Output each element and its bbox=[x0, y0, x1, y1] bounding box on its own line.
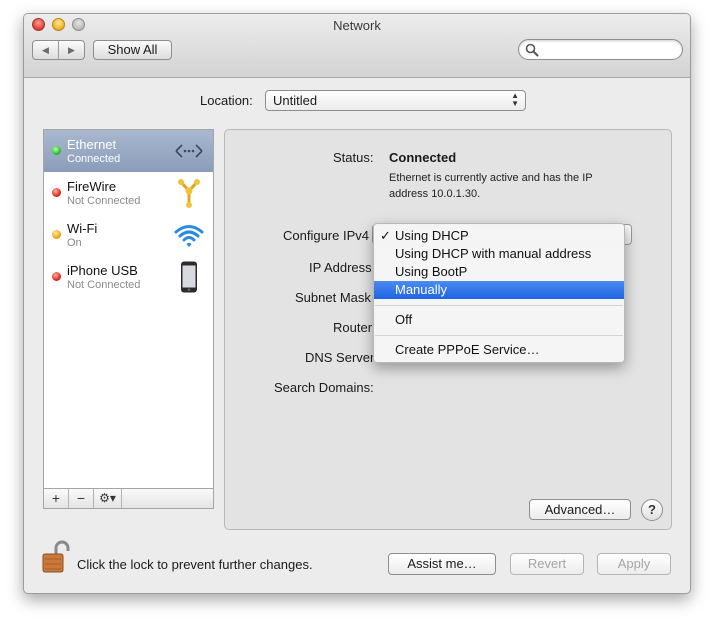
advanced-button[interactable]: Advanced… bbox=[529, 499, 631, 520]
menu-item-label: Using DHCP with manual address bbox=[395, 246, 592, 261]
search-domains-label: Search Domains: bbox=[274, 380, 374, 395]
dns-server-label: DNS Server bbox=[305, 350, 375, 365]
menu-item-label: Manually bbox=[395, 282, 448, 297]
menu-separator bbox=[375, 305, 623, 306]
apply-button[interactable]: Apply bbox=[597, 553, 671, 575]
menu-item-manually[interactable]: Manually bbox=[374, 281, 624, 299]
status-description: Ethernet is currently active and has the… bbox=[389, 172, 593, 200]
popup-arrows-icon: ▲ ▼ bbox=[511, 91, 519, 108]
menu-item-label: Using DHCP bbox=[395, 228, 469, 243]
menu-separator bbox=[375, 335, 623, 336]
configure-ipv4-menu: ✓ Using DHCP Using DHCP with manual addr… bbox=[373, 223, 625, 363]
status-dot-red bbox=[52, 272, 61, 281]
forward-arrow-icon: ▶ bbox=[68, 44, 75, 55]
service-item-iphone-usb[interactable]: iPhone USB Not Connected bbox=[44, 256, 213, 298]
status-dot-yellow bbox=[52, 230, 61, 239]
service-name: iPhone USB bbox=[67, 263, 138, 278]
menu-item-label: Create PPPoE Service… bbox=[395, 342, 540, 357]
show-all-button[interactable]: Show All bbox=[93, 40, 172, 60]
menu-item-dhcp-manual[interactable]: Using DHCP with manual address bbox=[374, 245, 624, 263]
configure-ipv4-label: Configure IPv4 bbox=[283, 228, 369, 243]
service-item-wifi[interactable]: Wi-Fi On bbox=[44, 214, 213, 256]
add-service-button[interactable]: + bbox=[44, 489, 69, 508]
service-item-firewire[interactable]: FireWire Not Connected bbox=[44, 172, 213, 214]
back-forward-group: ◀ ▶ bbox=[32, 40, 85, 60]
wifi-icon bbox=[174, 225, 204, 247]
service-status: Not Connected bbox=[67, 195, 141, 207]
lock-message: Click the lock to prevent further change… bbox=[77, 557, 313, 572]
back-arrow-icon: ◀ bbox=[42, 44, 49, 55]
revert-button[interactable]: Revert bbox=[510, 553, 584, 575]
lock-open-icon bbox=[42, 540, 70, 573]
router-label: Router bbox=[333, 320, 373, 335]
forward-button[interactable]: ▶ bbox=[59, 41, 84, 59]
ethernet-icon bbox=[175, 144, 203, 158]
menu-item-bootp[interactable]: Using BootP bbox=[374, 263, 624, 281]
window-title: Network bbox=[333, 18, 381, 33]
service-name: Ethernet bbox=[67, 137, 117, 152]
search-icon bbox=[525, 43, 539, 57]
status-dot-red bbox=[52, 188, 61, 197]
service-list-toolbar: + − ⚙▾ bbox=[44, 488, 213, 508]
service-name: Wi-Fi bbox=[67, 221, 98, 236]
subnet-mask-label: Subnet Mask bbox=[295, 290, 371, 305]
gear-icon: ⚙▾ bbox=[99, 491, 116, 505]
lock-button[interactable] bbox=[42, 540, 72, 576]
location-label: Location: bbox=[200, 93, 253, 108]
gear-menu-button[interactable]: ⚙▾ bbox=[94, 489, 122, 508]
location-value: Untitled bbox=[273, 93, 318, 108]
service-item-ethernet[interactable]: Ethernet Connected bbox=[44, 130, 213, 172]
menu-item-using-dhcp[interactable]: ✓ Using DHCP bbox=[374, 227, 624, 245]
service-list: Ethernet Connected FireWire Not Connecte… bbox=[43, 129, 214, 509]
location-row: Location: Untitled ▲ ▼ bbox=[24, 90, 690, 112]
title-bar: Network ◀ ▶ Show All bbox=[24, 14, 690, 78]
status-value: Connected bbox=[389, 150, 457, 165]
service-status: Connected bbox=[67, 153, 121, 165]
menu-item-create-pppoe[interactable]: Create PPPoE Service… bbox=[374, 341, 624, 359]
search-input[interactable] bbox=[518, 39, 683, 60]
checkmark-icon: ✓ bbox=[380, 228, 391, 243]
status-dot-green bbox=[52, 146, 61, 155]
iphone-icon bbox=[181, 261, 197, 293]
status-label: Status: bbox=[333, 150, 374, 165]
service-name: FireWire bbox=[67, 179, 117, 194]
firewire-icon bbox=[178, 179, 200, 208]
back-button[interactable]: ◀ bbox=[33, 41, 59, 59]
remove-service-button[interactable]: − bbox=[69, 489, 94, 508]
menu-item-label: Using BootP bbox=[395, 264, 468, 279]
ip-address-label: IP Address bbox=[309, 260, 372, 275]
service-status: Not Connected bbox=[67, 279, 141, 291]
service-status: On bbox=[67, 237, 82, 249]
location-popup[interactable]: Untitled ▲ ▼ bbox=[265, 90, 526, 111]
menu-item-label: Off bbox=[395, 312, 413, 327]
menu-item-off[interactable]: Off bbox=[374, 311, 624, 329]
help-button[interactable]: ? bbox=[641, 499, 663, 521]
assist-me-button[interactable]: Assist me… bbox=[388, 553, 496, 575]
